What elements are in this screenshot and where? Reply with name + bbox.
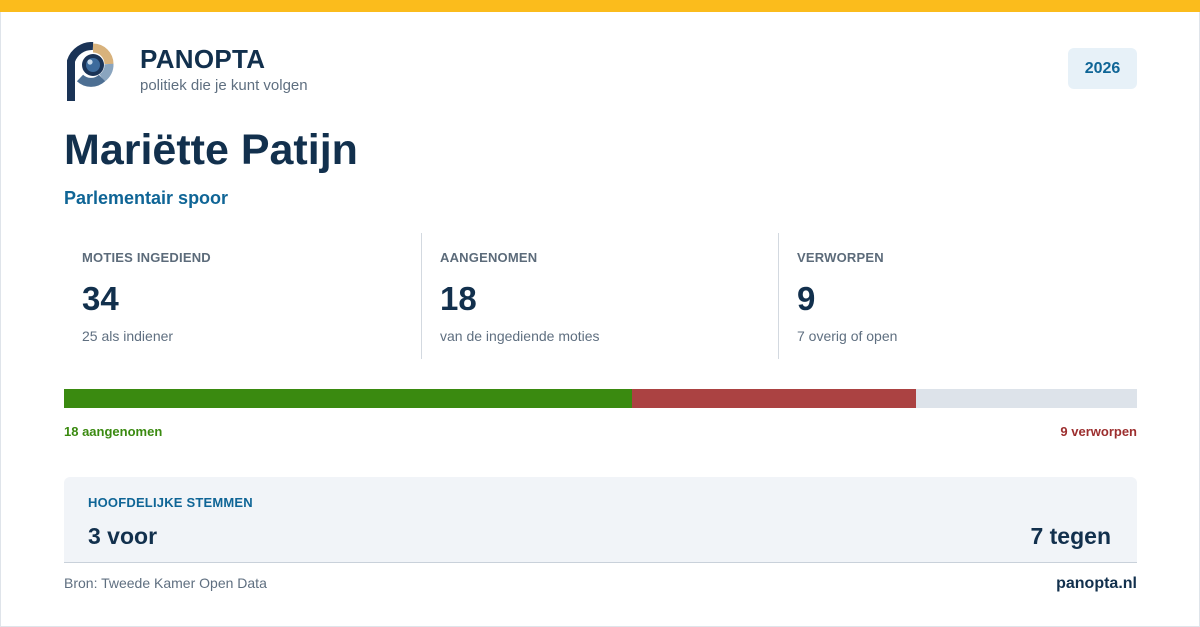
stat-label: MOTIES INGEDIEND bbox=[82, 250, 211, 265]
rejected-count-label: 9 verworpen bbox=[1060, 424, 1137, 439]
adopted-segment bbox=[64, 389, 633, 408]
rejected-segment bbox=[632, 389, 917, 408]
stat-label: VERWORPEN bbox=[797, 250, 884, 265]
stat-adopted: AANGENOMEN 18 van de ingediende moties bbox=[421, 233, 778, 359]
accent-top-bar bbox=[0, 0, 1200, 12]
stat-subtext: 7 overig of open bbox=[797, 328, 898, 344]
roll-call-votes-panel: HOOFDELIJKE STEMMEN 3 voor 7 tegen bbox=[64, 477, 1137, 563]
stat-value: 18 bbox=[440, 280, 477, 317]
source-text: Bron: Tweede Kamer Open Data bbox=[64, 575, 267, 591]
motion-outcome-bar bbox=[64, 389, 1137, 408]
stat-submitted: MOTIES INGEDIEND 34 25 als indiener bbox=[64, 233, 421, 359]
panopta-eye-logo-icon bbox=[66, 42, 122, 104]
stat-subtext: van de ingediende moties bbox=[440, 328, 600, 344]
stat-value: 9 bbox=[797, 280, 816, 317]
votes-title: HOOFDELIJKE STEMMEN bbox=[88, 495, 253, 510]
stat-value: 34 bbox=[82, 280, 119, 317]
person-name: Mariëtte Patijn bbox=[64, 126, 358, 174]
track-label: Parlementair spoor bbox=[64, 188, 229, 208]
stat-subtext: 25 als indiener bbox=[82, 328, 174, 344]
brand-tagline: politiek die je kunt volgen bbox=[140, 77, 308, 94]
votes-for: 3 voor bbox=[88, 523, 158, 549]
stat-rejected: VERWORPEN 9 7 overig of open bbox=[778, 233, 1135, 359]
adopted-count-label: 18 aangenomen bbox=[64, 424, 163, 439]
votes-against: 7 tegen bbox=[1030, 523, 1111, 549]
year-badge: 2026 bbox=[1068, 48, 1137, 89]
site-link[interactable]: panopta.nl bbox=[1056, 575, 1137, 593]
brand-name: PANOPTA bbox=[140, 44, 266, 74]
stat-label: AANGENOMEN bbox=[440, 250, 538, 265]
